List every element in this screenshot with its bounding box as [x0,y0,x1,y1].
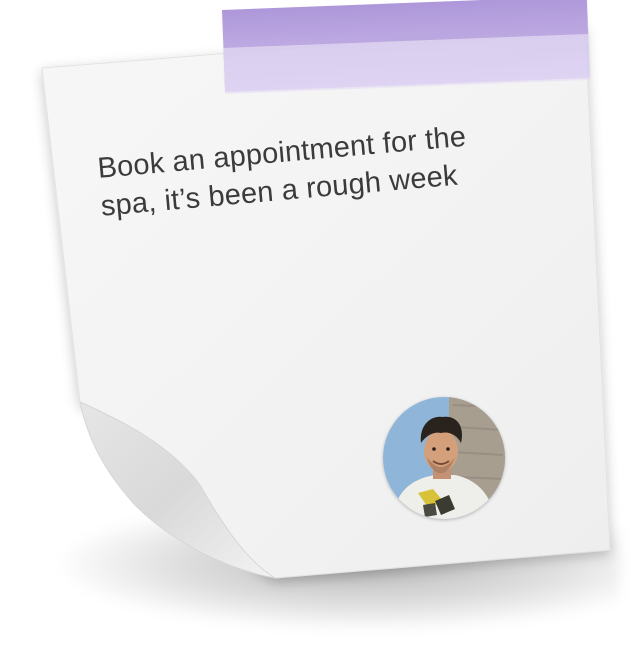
avatar[interactable] [383,397,505,519]
note-paper [41,24,611,579]
sticky-note[interactable]: Book an appointment for the spa, it’s be… [0,0,636,668]
avatar-photo [383,397,505,519]
tape-strip [222,0,590,92]
